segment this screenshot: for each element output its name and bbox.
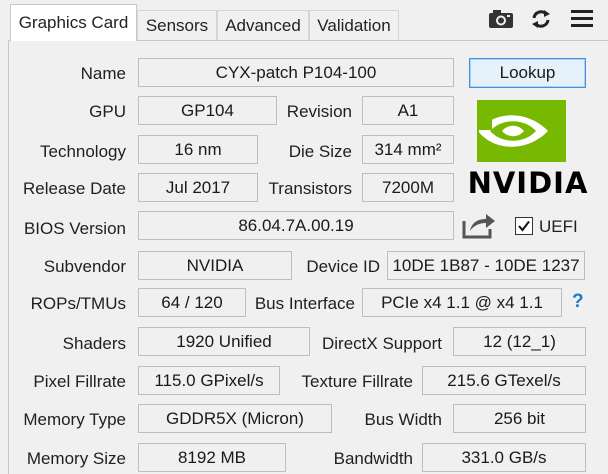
texture-fillrate-label: Texture Fillrate xyxy=(301,372,413,391)
subvendor-field: NVIDIA xyxy=(138,251,292,280)
menu-icon[interactable] xyxy=(571,9,593,34)
nvidia-logo: NVIDIA xyxy=(466,98,590,200)
rops-tmus-field: 64 / 120 xyxy=(138,288,246,317)
name-field: CYX-patch P104-100 xyxy=(138,58,454,87)
shaders-label: Shaders xyxy=(62,334,126,353)
shaders-field: 1920 Unified xyxy=(138,327,310,356)
tab-validation[interactable]: Validation xyxy=(309,10,399,40)
lookup-button[interactable]: Lookup xyxy=(469,58,586,88)
memory-type-label: Memory Type xyxy=(23,410,126,429)
bus-interface-label: Bus Interface xyxy=(254,294,355,313)
directx-label: DirectX Support xyxy=(322,334,442,353)
help-icon[interactable]: ? xyxy=(572,291,584,313)
directx-field: 12 (12_1) xyxy=(453,327,586,356)
release-date-field: Jul 2017 xyxy=(138,173,258,202)
camera-icon[interactable] xyxy=(488,8,514,35)
subvendor-label: Subvendor xyxy=(43,257,126,276)
pixel-fillrate-field: 115.0 GPixel/s xyxy=(138,366,280,395)
bus-width-label: Bus Width xyxy=(364,410,442,429)
revision-field: A1 xyxy=(362,96,454,125)
die-size-label: Die Size xyxy=(288,142,352,161)
nvidia-wordmark: NVIDIA xyxy=(468,166,589,198)
gpu-field: GP104 xyxy=(138,96,277,125)
die-size-field: 314 mm² xyxy=(362,135,454,164)
tab-bar: Graphics Card Sensors Advanced Validatio… xyxy=(0,0,608,42)
tab-sensors[interactable]: Sensors xyxy=(137,10,217,40)
tab-graphics-card[interactable]: Graphics Card xyxy=(10,4,137,41)
share-icon[interactable] xyxy=(462,211,496,244)
gpu-label: GPU xyxy=(89,102,126,121)
memory-size-label: Memory Size xyxy=(26,449,126,468)
rops-tmus-label: ROPs/TMUs xyxy=(30,294,126,313)
technology-label: Technology xyxy=(39,142,126,161)
transistors-label: Transistors xyxy=(268,179,352,198)
memory-size-field: 8192 MB xyxy=(138,443,286,472)
uefi-checkbox[interactable] xyxy=(515,217,533,235)
bandwidth-field: 331.0 GB/s xyxy=(422,443,586,472)
tab-advanced[interactable]: Advanced xyxy=(217,10,309,40)
uefi-label: UEFI xyxy=(539,217,578,236)
bus-interface-field: PCIe x4 1.1 @ x4 1.1 xyxy=(362,288,562,317)
transistors-field: 7200M xyxy=(362,173,454,202)
texture-fillrate-field: 215.6 GTexel/s xyxy=(422,366,586,395)
bandwidth-label: Bandwidth xyxy=(333,449,413,468)
release-date-label: Release Date xyxy=(22,179,126,198)
name-label: Name xyxy=(80,64,126,83)
bios-version-field: 86.04.7A.00.19 xyxy=(138,211,454,240)
device-id-label: Device ID xyxy=(306,257,380,276)
device-id-field: 10DE 1B87 - 10DE 1237 xyxy=(387,251,585,280)
pixel-fillrate-label: Pixel Fillrate xyxy=(33,372,126,391)
bus-width-field: 256 bit xyxy=(453,404,586,433)
refresh-icon[interactable] xyxy=(530,8,552,35)
bios-version-label: BIOS Version xyxy=(23,219,126,238)
technology-field: 16 nm xyxy=(138,135,258,164)
memory-type-field: GDDR5X (Micron) xyxy=(138,404,332,433)
revision-label: Revision xyxy=(286,102,352,121)
